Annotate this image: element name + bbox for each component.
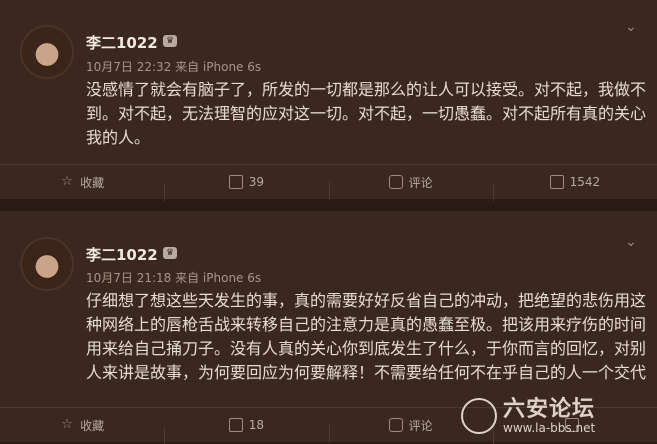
- action-bar: ☆ 收藏 39 评论 1542: [0, 165, 657, 201]
- favorite-label: 收藏: [80, 418, 105, 433]
- comment-icon: [388, 175, 403, 189]
- share-icon: [228, 175, 243, 189]
- share-count: 39: [248, 175, 265, 189]
- post-card-1: 李二1022 ♛ 10月7日 22:32 来自 iPhone 6s ⌄ 没感情了…: [0, 0, 657, 201]
- post-text: 仔细想了想这些天发生的事，真的需要好好反省自己的冲动，把绝望的悲伤用这种网络上的…: [86, 291, 647, 382]
- site-watermark: 六安论坛 www.la-bbs.net: [461, 398, 651, 438]
- favorite-button[interactable]: ☆ 收藏: [0, 174, 164, 191]
- watermark-title: 六安论坛: [503, 396, 596, 422]
- post-meta: 10月7日 21:18 来自 iPhone 6s: [86, 271, 262, 285]
- star-icon: ☆: [61, 174, 73, 189]
- favorite-label: 收藏: [80, 175, 105, 190]
- share-button[interactable]: 39: [164, 175, 328, 201]
- comment-label: 评论: [408, 175, 433, 190]
- post-meta: 10月7日 22:32 来自 iPhone 6s: [86, 60, 262, 74]
- avatar[interactable]: [20, 25, 74, 79]
- crown-icon: ♛: [163, 247, 177, 259]
- comment-button[interactable]: 评论: [328, 174, 493, 200]
- share-count: 18: [248, 418, 265, 432]
- watermark-logo: [461, 398, 497, 434]
- post-card-2: 李二1022 ♛ 10月7日 21:18 来自 iPhone 6s ⌄ 仔细想了…: [0, 211, 657, 444]
- post-text: 没感情了就会有脑子了，所发的一切都是那么的让人可以接受。对不起，我做不到。对不起…: [86, 80, 647, 147]
- chevron-down-icon[interactable]: ⌄: [625, 235, 639, 249]
- like-count: 1542: [569, 175, 601, 189]
- like-button[interactable]: 1542: [492, 175, 657, 201]
- comment-icon: [388, 418, 403, 432]
- favorite-button[interactable]: ☆ 收藏: [0, 417, 164, 434]
- author-name[interactable]: 李二1022: [86, 32, 158, 53]
- author-name[interactable]: 李二1022: [86, 244, 158, 265]
- share-button[interactable]: 18: [164, 418, 328, 444]
- star-icon: ☆: [61, 417, 73, 432]
- comment-label: 评论: [408, 418, 433, 433]
- crown-icon: ♛: [163, 35, 177, 47]
- chevron-down-icon[interactable]: ⌄: [625, 20, 639, 34]
- avatar[interactable]: [20, 237, 74, 291]
- thumbs-up-icon: [549, 175, 564, 189]
- watermark-url: www.la-bbs.net: [503, 421, 596, 435]
- share-icon: [228, 418, 243, 432]
